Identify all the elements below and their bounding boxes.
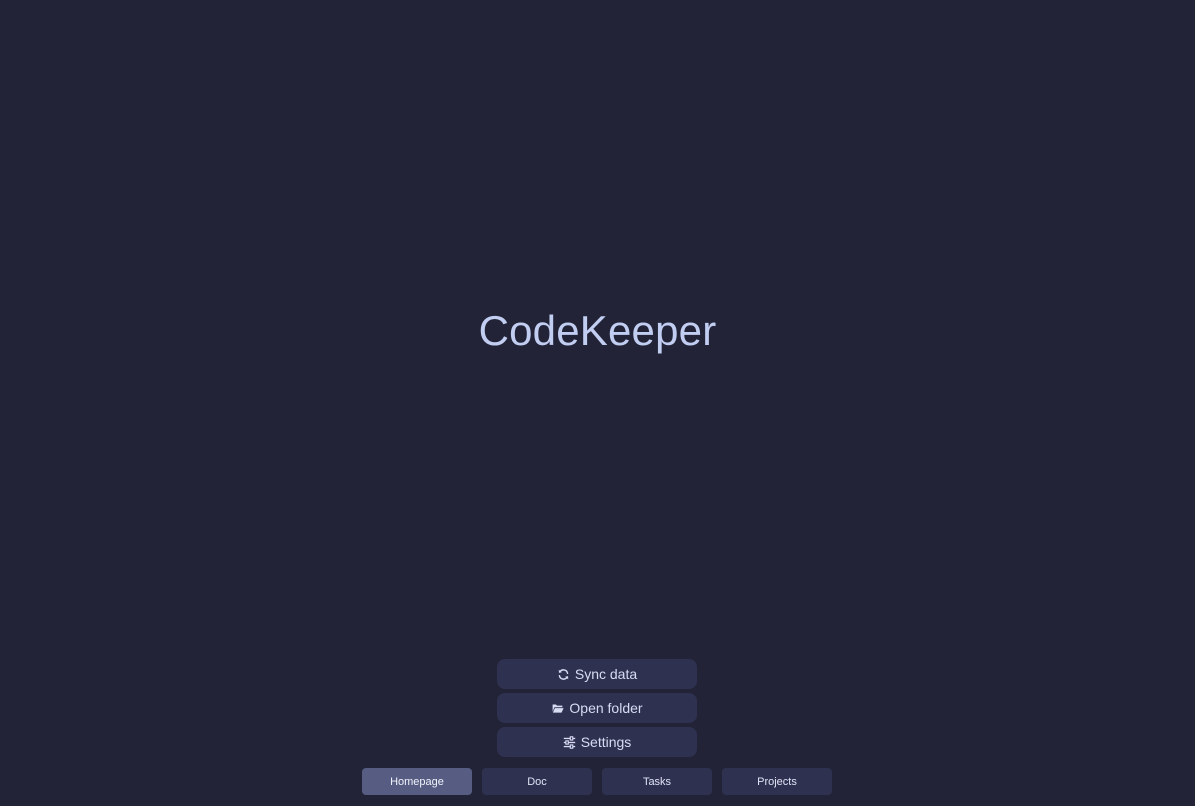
bottom-tab-bar: Homepage Doc Tasks Projects [362,768,832,795]
open-folder-label: Open folder [569,700,643,716]
sliders-icon [563,735,576,749]
action-list: Sync data Open folder Settings [497,659,697,761]
settings-label: Settings [580,734,632,750]
tab-homepage[interactable]: Homepage [362,768,472,795]
tab-doc[interactable]: Doc [482,768,592,795]
app-title: CodeKeeper [478,307,717,354]
tab-projects[interactable]: Projects [722,768,832,795]
settings-button[interactable]: Settings [497,727,697,757]
sync-icon [557,668,570,681]
folder-open-icon [551,702,564,715]
tab-tasks[interactable]: Tasks [602,768,712,795]
sync-data-button[interactable]: Sync data [497,659,697,689]
open-folder-button[interactable]: Open folder [497,693,697,723]
sync-data-label: Sync data [574,666,638,682]
app-window: CodeKeeper Sync data Open folder Setting… [0,0,1195,806]
